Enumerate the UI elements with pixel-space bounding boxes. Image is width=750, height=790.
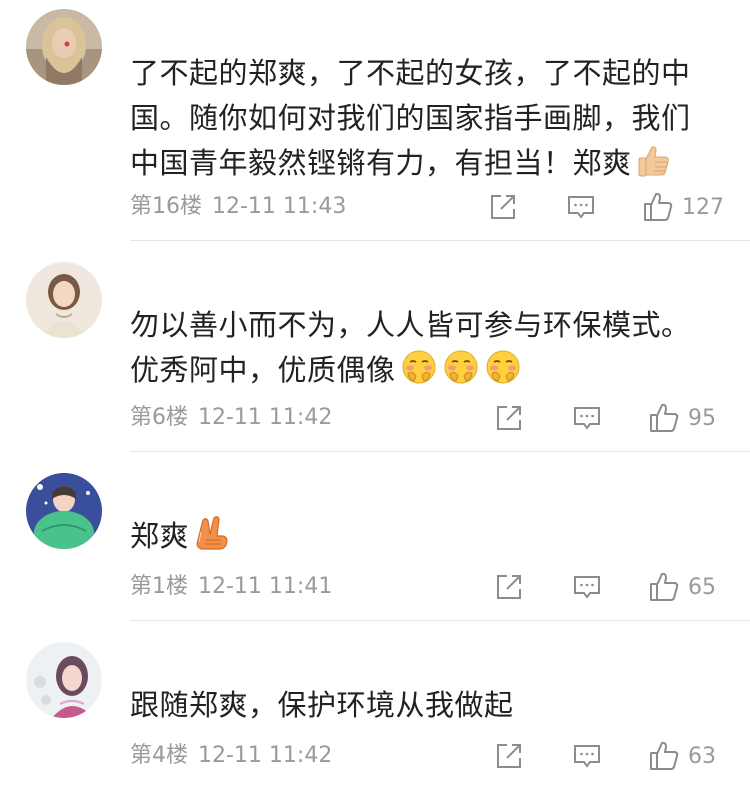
share-button[interactable]: [488, 192, 518, 222]
user-avatar[interactable]: [26, 642, 102, 718]
share-button[interactable]: [494, 741, 524, 771]
comment-line: 国。随你如何对我们的国家指手画脚，我们: [130, 101, 691, 135]
reply-button[interactable]: [572, 741, 602, 771]
comment-actions: 127: [488, 190, 724, 224]
victory-hand-emoji: [193, 514, 233, 565]
reply-button[interactable]: [572, 403, 602, 433]
like-count: 63: [688, 743, 716, 769]
thumbs-up-icon: [650, 403, 679, 432]
thumbs-up-emoji: [636, 143, 672, 192]
blush-face-emoji: [442, 348, 480, 399]
like-button[interactable]: 127: [642, 191, 724, 223]
user-avatar[interactable]: [26, 473, 102, 549]
share-button[interactable]: [494, 403, 524, 433]
comment-actions: 63: [494, 739, 724, 773]
comment-text: 了不起的郑爽，了不起的女孩，了不起的中 国。随你如何对我们的国家指手画脚，我们 …: [130, 51, 730, 192]
share-icon: [497, 406, 521, 430]
share-icon: [497, 744, 521, 768]
like-button[interactable]: 63: [648, 740, 724, 772]
comment-line: 优秀阿中，优质偶像: [130, 348, 730, 399]
blush-face-emoji: [484, 348, 522, 399]
comment-line: 跟随郑爽，保护环境从我做起: [130, 688, 514, 722]
like-count: 127: [682, 194, 724, 220]
comment-line-text: 郑爽: [130, 519, 190, 553]
comment-text: 跟随郑爽，保护环境从我做起: [130, 683, 730, 728]
comment-icon: [574, 576, 600, 599]
thumbs-up-icon: [650, 741, 679, 770]
thumbs-up-icon: [644, 192, 673, 221]
reply-button[interactable]: [566, 192, 596, 222]
comment-item: 跟随郑爽，保护环境从我做起 第4楼 12-11 11:42 63: [0, 621, 750, 790]
timestamp: 12-11 11:41: [198, 574, 333, 599]
timestamp: 12-11 11:42: [198, 743, 333, 768]
comment-line-text: 中国青年毅然铿锵有力，有担当！郑爽: [130, 146, 632, 180]
comment-line: 勿以善小而不为，人人皆可参与环保模式。: [130, 308, 691, 342]
floor-number: 第6楼: [130, 405, 188, 430]
comment-text: 勿以善小而不为，人人皆可参与环保模式。 优秀阿中，优质偶像: [130, 303, 730, 399]
like-button[interactable]: 95: [648, 402, 724, 434]
comment-icon: [574, 745, 600, 768]
comment-item: 郑爽 第1楼 12-11 11:41 65: [0, 452, 750, 621]
comment-line: 了不起的郑爽，了不起的女孩，了不起的中: [130, 56, 691, 90]
timestamp: 12-11 11:42: [198, 405, 333, 430]
comment-actions: 95: [494, 401, 724, 435]
like-button[interactable]: 65: [648, 571, 724, 603]
floor-number: 第4楼: [130, 743, 188, 768]
user-avatar[interactable]: [26, 9, 102, 85]
blush-face-emoji: [400, 348, 438, 399]
floor-number: 第1楼: [130, 574, 188, 599]
comment-item: 勿以善小而不为，人人皆可参与环保模式。 优秀阿中，优质偶像 第6楼 12-11 …: [0, 241, 750, 452]
comment-line-text: 优秀阿中，优质偶像: [130, 353, 396, 387]
comment-text: 郑爽: [130, 514, 730, 565]
share-icon: [491, 195, 515, 219]
user-avatar[interactable]: [26, 262, 102, 338]
comment-actions: 65: [494, 570, 724, 604]
comment-line: 中国青年毅然铿锵有力，有担当！郑爽: [130, 141, 730, 192]
floor-number: 第16楼: [130, 194, 202, 219]
comment-line: 郑爽: [130, 514, 730, 565]
timestamp: 12-11 11:43: [212, 194, 347, 219]
comment-icon: [574, 407, 600, 430]
like-count: 95: [688, 405, 716, 431]
comment-item: 了不起的郑爽，了不起的女孩，了不起的中 国。随你如何对我们的国家指手画脚，我们 …: [0, 0, 750, 241]
reply-button[interactable]: [572, 572, 602, 602]
share-icon: [497, 575, 521, 599]
comment-icon: [568, 196, 594, 219]
thumbs-up-icon: [650, 572, 679, 601]
like-count: 65: [688, 574, 716, 600]
share-button[interactable]: [494, 572, 524, 602]
